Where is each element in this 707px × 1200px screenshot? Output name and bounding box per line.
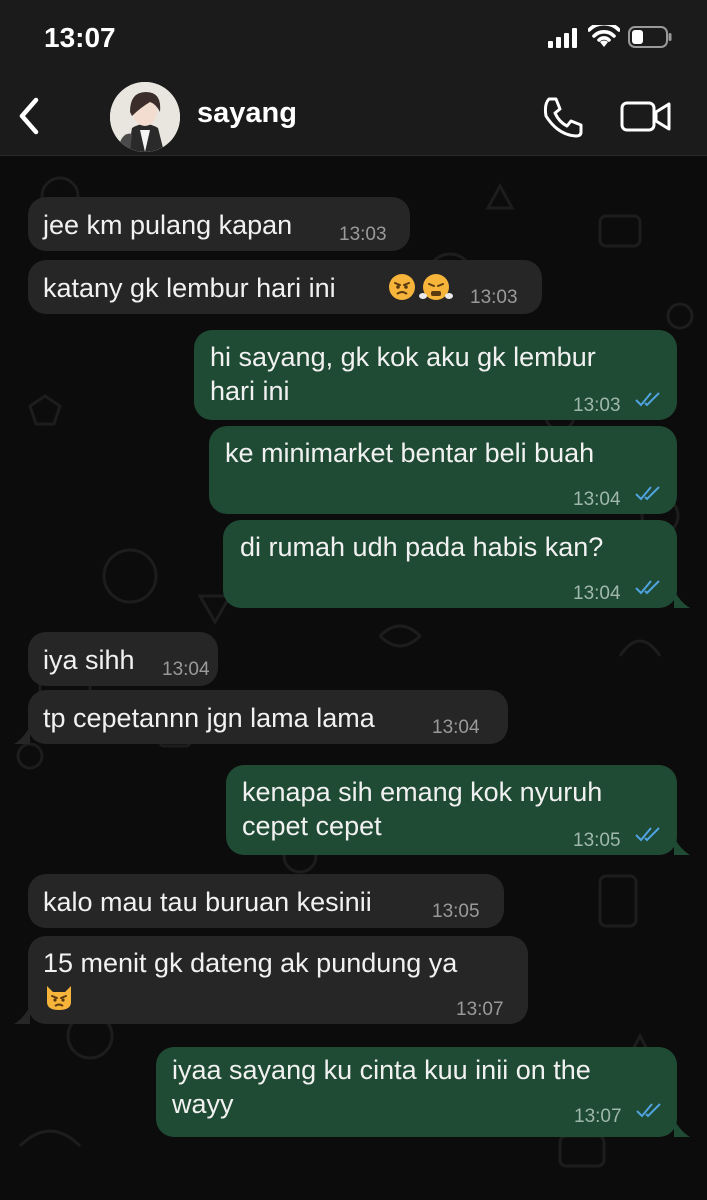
status-bar: 13:07 bbox=[0, 0, 707, 78]
message-text-line: iyaa sayang ku cinta kuu inii on the bbox=[172, 1055, 591, 1085]
angry-face-emoji-icon bbox=[389, 274, 415, 300]
message-outgoing[interactable]: iyaa sayang ku cinta kuu inii on the way… bbox=[156, 1047, 677, 1137]
face-with-steam-emoji-icon bbox=[419, 274, 453, 300]
video-camera-icon[interactable] bbox=[620, 96, 672, 136]
message-text-line: kenapa sih emang kok nyuruh bbox=[242, 777, 603, 807]
message-time: 13:07 bbox=[456, 999, 504, 1020]
message-time: 13:04 bbox=[573, 489, 621, 510]
message-text-line: cepet cepet bbox=[242, 811, 382, 841]
message-outgoing[interactable]: hi sayang, gk kok aku gk lembur hari ini… bbox=[194, 330, 677, 420]
contact-name[interactable]: sayang bbox=[197, 97, 297, 130]
chat-header: sayang bbox=[0, 78, 707, 156]
message-text: jee km pulang kapan bbox=[43, 210, 293, 240]
read-ticks-icon bbox=[635, 580, 660, 595]
message-incoming[interactable]: 15 menit gk dateng ak pundung ya 13:07 bbox=[28, 936, 528, 1024]
message-time: 13:04 bbox=[432, 717, 480, 738]
bubble-tail bbox=[14, 1006, 30, 1024]
battery-icon bbox=[628, 26, 672, 48]
message-time: 13:04 bbox=[162, 659, 210, 680]
message-text: ke minimarket bentar beli buah bbox=[225, 438, 595, 468]
message-time: 13:07 bbox=[574, 1106, 622, 1127]
read-ticks-icon bbox=[635, 392, 660, 407]
message-time: 13:05 bbox=[432, 901, 480, 922]
back-arrow-icon[interactable] bbox=[14, 94, 44, 138]
status-time: 13:07 bbox=[44, 22, 116, 53]
message-text: di rumah udh pada habis kan? bbox=[240, 532, 604, 562]
avatar-illustration-icon bbox=[110, 82, 180, 152]
wifi-icon bbox=[588, 25, 620, 47]
message-outgoing[interactable]: di rumah udh pada habis kan? 13:04 bbox=[223, 520, 677, 608]
bubble-tail bbox=[14, 726, 30, 744]
message-text-line: hari ini bbox=[210, 376, 290, 406]
bubble-tail bbox=[674, 837, 690, 855]
avatar[interactable] bbox=[110, 82, 180, 152]
bubble-tail bbox=[674, 590, 690, 608]
read-ticks-icon bbox=[635, 827, 660, 842]
read-ticks-icon bbox=[635, 486, 660, 501]
message-outgoing[interactable]: kenapa sih emang kok nyuruh cepet cepet … bbox=[226, 765, 677, 855]
bubble-tail bbox=[674, 1119, 690, 1137]
message-incoming[interactable]: jee km pulang kapan 13:03 bbox=[28, 197, 410, 251]
phone-icon[interactable] bbox=[540, 94, 586, 140]
message-time: 13:03 bbox=[339, 224, 387, 245]
message-time: 13:04 bbox=[573, 583, 621, 604]
message-text: katany gk lembur hari ini bbox=[43, 273, 336, 303]
signal-icon bbox=[548, 28, 577, 48]
chat-area[interactable]: jee km pulang kapan 13:03 katany gk lemb… bbox=[0, 156, 707, 1200]
message-text: iya sihh bbox=[43, 645, 135, 675]
message-text: tp cepetannn jgn lama lama bbox=[43, 703, 375, 733]
pouting-cat-emoji-icon bbox=[47, 986, 71, 1010]
message-text: kalo mau tau buruan kesinii bbox=[43, 887, 372, 917]
message-incoming[interactable]: kalo mau tau buruan kesinii 13:05 bbox=[28, 874, 504, 928]
message-time: 13:05 bbox=[573, 830, 621, 851]
message-time: 13:03 bbox=[470, 287, 518, 308]
message-text-line: hi sayang, gk kok aku gk lembur bbox=[210, 342, 596, 372]
read-ticks-icon bbox=[636, 1103, 661, 1118]
message-incoming[interactable]: katany gk lembur hari ini 13:03 bbox=[28, 260, 542, 314]
message-time: 13:03 bbox=[573, 395, 621, 416]
message-incoming[interactable]: iya sihh 13:04 bbox=[28, 632, 218, 686]
message-text: 15 menit gk dateng ak pundung ya bbox=[43, 948, 458, 978]
message-outgoing[interactable]: ke minimarket bentar beli buah 13:04 bbox=[209, 426, 677, 514]
message-incoming[interactable]: tp cepetannn jgn lama lama 13:04 bbox=[28, 690, 508, 744]
message-text-line: wayy bbox=[172, 1089, 234, 1119]
